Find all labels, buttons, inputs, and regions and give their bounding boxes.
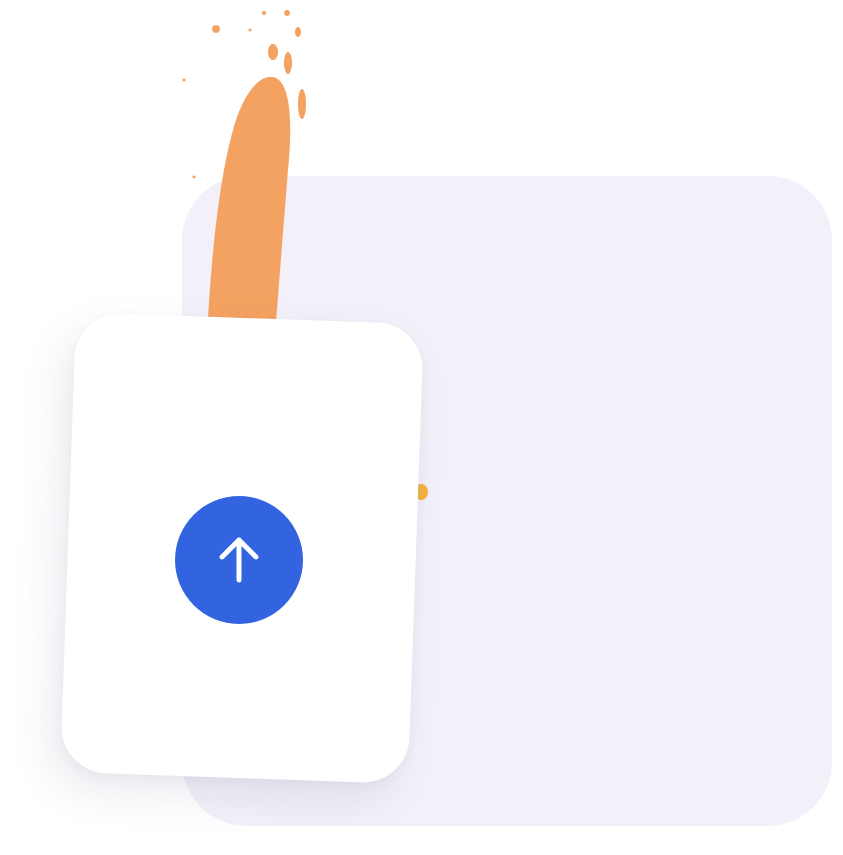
splash-drop bbox=[262, 11, 266, 15]
splash-drop bbox=[284, 10, 290, 16]
splash-streak bbox=[208, 76, 291, 322]
upload-illustration bbox=[0, 0, 843, 855]
splash-drop bbox=[248, 28, 252, 32]
upload-button[interactable] bbox=[175, 496, 303, 624]
splash-drop bbox=[284, 52, 292, 74]
splash-drop bbox=[295, 27, 301, 37]
splash-drop bbox=[268, 44, 278, 60]
splash-drop bbox=[192, 175, 196, 179]
splash-drop bbox=[212, 25, 220, 33]
splash-drop bbox=[298, 89, 306, 119]
splash-drop bbox=[182, 78, 186, 82]
arrow-up-icon bbox=[219, 537, 259, 583]
